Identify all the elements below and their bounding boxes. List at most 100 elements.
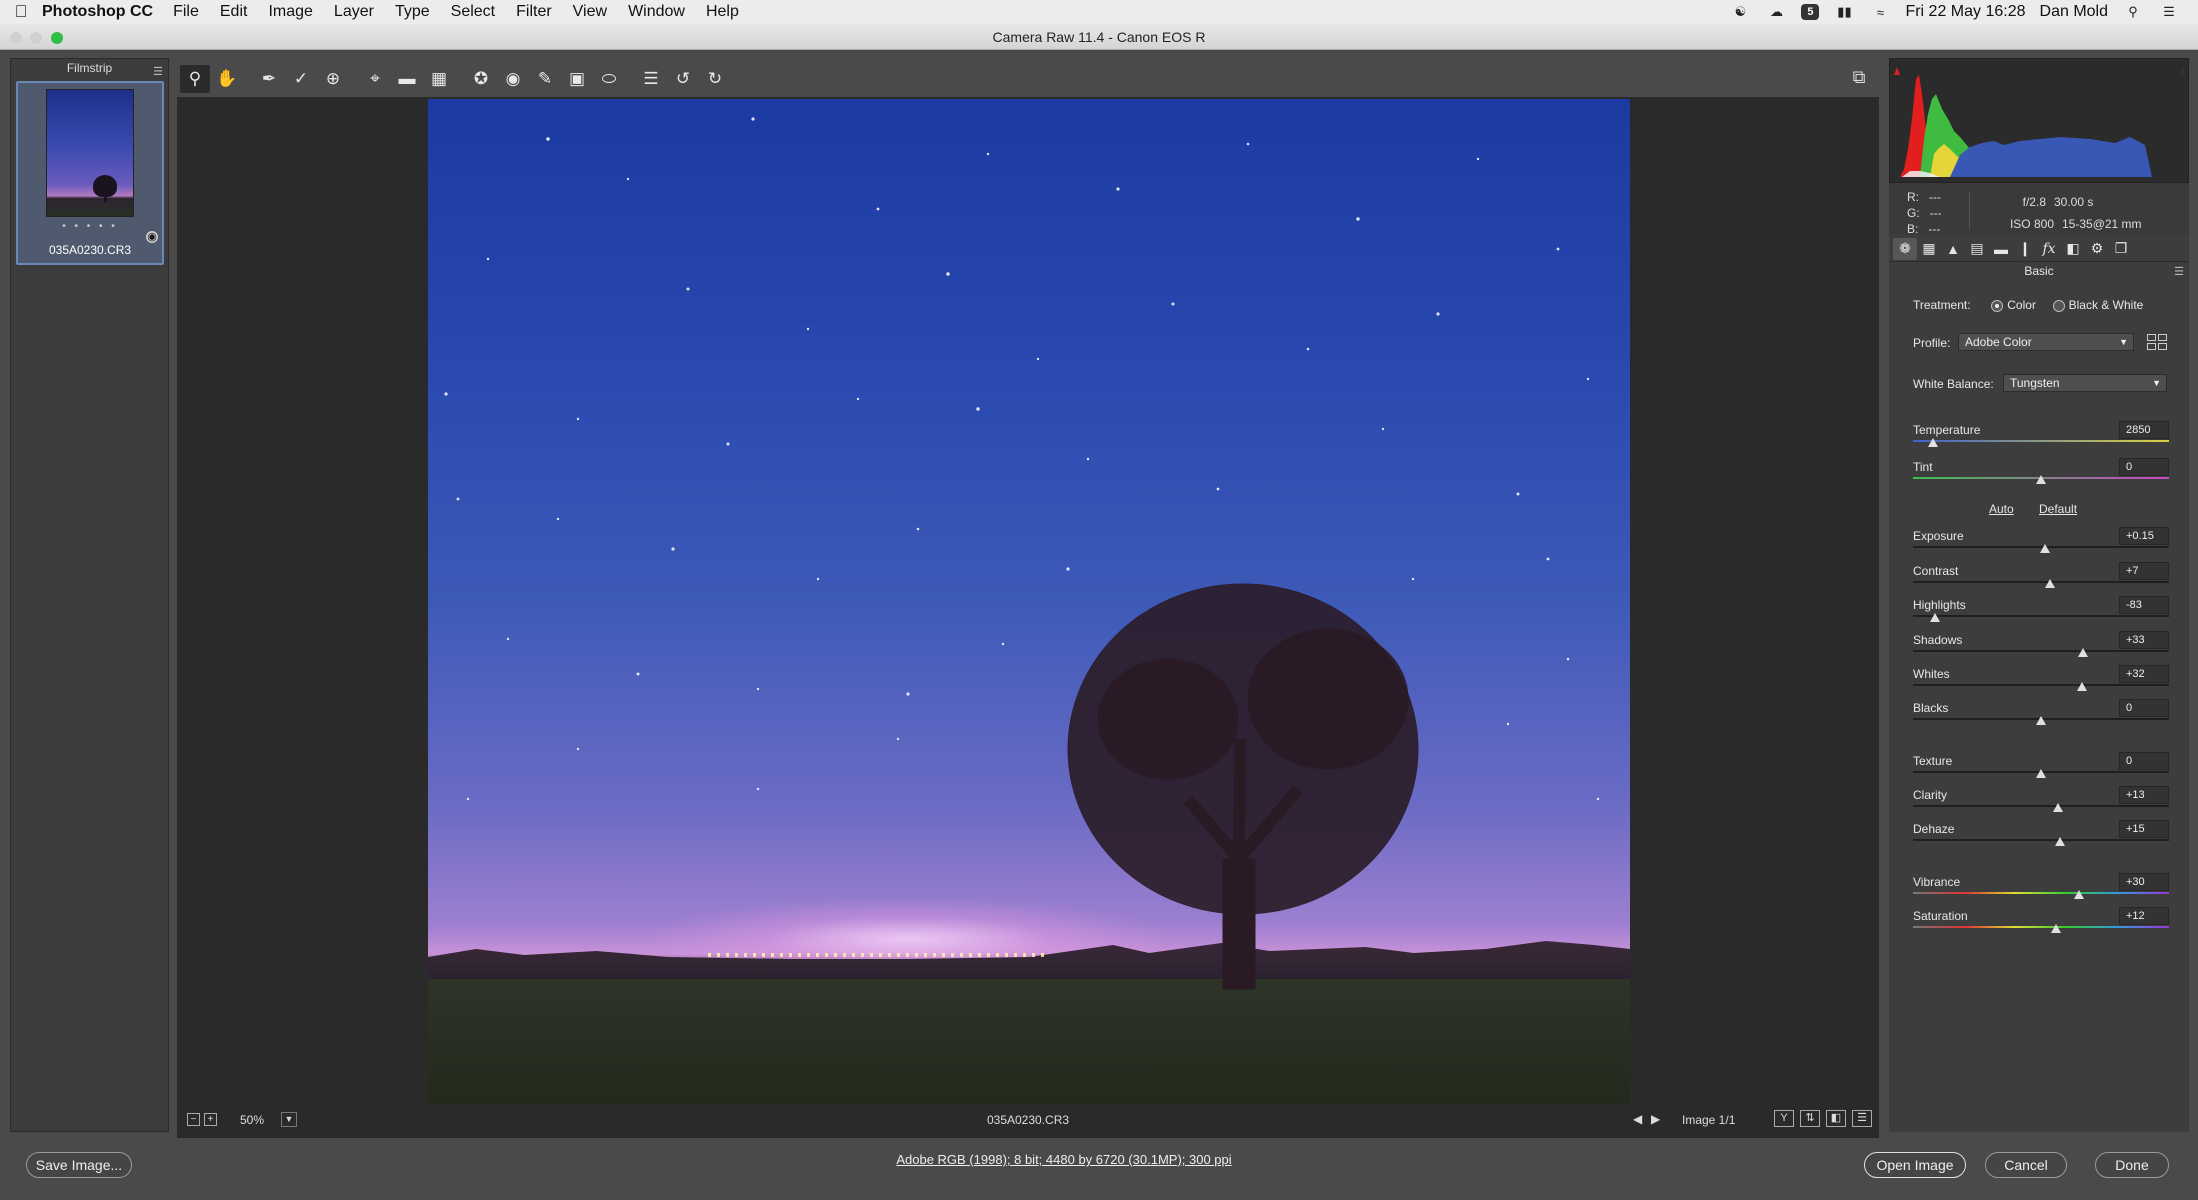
close-window-button[interactable] <box>10 32 22 44</box>
zoom-window-button[interactable] <box>51 32 63 44</box>
texture-slider[interactable]: Texture 0 <box>1913 752 2169 778</box>
dehaze-value-field[interactable]: +15 <box>2119 820 2169 838</box>
blacks-slider[interactable]: Blacks 0 <box>1913 699 2169 725</box>
contrast-track[interactable] <box>1913 581 2169 583</box>
dehaze-handle[interactable] <box>2055 837 2066 846</box>
clarity-track[interactable] <box>1913 805 2169 807</box>
auto-button[interactable]: Auto <box>1989 502 2014 516</box>
zoom-icon[interactable]: ⚲ <box>180 65 210 93</box>
effects-icon[interactable]: fx <box>2037 238 2061 260</box>
menu-select[interactable]: Select <box>451 3 495 21</box>
creative-cloud-icon[interactable]: ☁ <box>1765 4 1787 20</box>
exposure-slider[interactable]: Exposure +0.15 <box>1913 527 2169 553</box>
thumbnail-rating[interactable]: • • • • • <box>18 221 162 232</box>
menu-edit[interactable]: Edit <box>220 3 248 21</box>
clarity-slider[interactable]: Clarity +13 <box>1913 786 2169 812</box>
treatment-color-radio[interactable]: Color <box>1991 298 2036 312</box>
tint-handle[interactable] <box>2036 475 2046 484</box>
before-after-toggle-button[interactable]: Y <box>1774 1110 1794 1127</box>
default-button[interactable]: Default <box>2039 502 2077 516</box>
saturation-track[interactable] <box>1913 926 2169 928</box>
menu-help[interactable]: Help <box>706 3 739 21</box>
spotlight-search-icon[interactable]: ⚲ <box>2122 4 2144 20</box>
sync-icon[interactable]: ☯ <box>1729 4 1751 20</box>
next-image-icon[interactable]: ▶ <box>1651 1112 1660 1126</box>
vibrance-value-field[interactable]: +30 <box>2119 873 2169 891</box>
temperature-value-field[interactable]: 2850 <box>2119 421 2169 439</box>
texture-value-field[interactable]: 0 <box>2119 752 2169 770</box>
menu-layer[interactable]: Layer <box>334 3 374 21</box>
straighten-icon[interactable]: ▬ <box>392 65 422 93</box>
crop-icon[interactable]: ⌖ <box>360 65 390 93</box>
filmstrip-menu-icon[interactable]: ☰ <box>153 63 163 81</box>
tone-curve-icon[interactable]: ▦ <box>1917 238 1941 260</box>
menu-type[interactable]: Type <box>395 3 430 21</box>
saturation-value-field[interactable]: +12 <box>2119 907 2169 925</box>
highlights-slider[interactable]: Highlights -83 <box>1913 596 2169 622</box>
notification-center-icon[interactable]: ☰ <box>2158 4 2180 20</box>
menu-window[interactable]: Window <box>628 3 685 21</box>
shadows-track[interactable] <box>1913 650 2169 652</box>
status-badge[interactable]: 5 <box>1801 4 1820 20</box>
blacks-value-field[interactable]: 0 <box>2119 699 2169 717</box>
radial-filter-icon[interactable]: ⬭ <box>594 65 624 93</box>
spot-removal-icon[interactable]: ✪ <box>466 65 496 93</box>
saturation-slider[interactable]: Saturation +12 <box>1913 907 2169 933</box>
previous-image-icon[interactable]: ◀ <box>1633 1112 1642 1126</box>
red-eye-icon[interactable]: ◉ <box>498 65 528 93</box>
battery-icon[interactable]: ▮▮ <box>1833 4 1855 20</box>
white-balance-select[interactable]: Tungsten ▼ <box>2003 374 2167 392</box>
calibration-icon[interactable]: ◧ <box>2061 238 2085 260</box>
done-button[interactable]: Done <box>2095 1152 2169 1178</box>
tint-value-field[interactable]: 0 <box>2119 458 2169 476</box>
image-preview-area[interactable] <box>177 97 1879 1150</box>
contrast-slider[interactable]: Contrast +7 <box>1913 562 2169 588</box>
temperature-track[interactable] <box>1913 440 2169 442</box>
menu-view[interactable]: View <box>573 3 607 21</box>
temperature-slider[interactable]: Temperature 2850 <box>1913 421 2169 447</box>
temperature-handle[interactable] <box>1928 438 1939 447</box>
color-sampler-icon[interactable]: ✓ <box>286 65 316 93</box>
snapshots-icon[interactable]: ❐ <box>2109 238 2133 260</box>
contrast-value-field[interactable]: +7 <box>2119 562 2169 580</box>
split-toning-icon[interactable]: ▬ <box>1989 238 2013 260</box>
hand-icon[interactable]: ✋ <box>212 65 242 93</box>
minimize-window-button[interactable] <box>30 32 42 44</box>
hsl-icon[interactable]: ▤ <box>1965 238 1989 260</box>
panel-menu-icon[interactable]: ☰ <box>2174 265 2184 278</box>
profile-browser-icon[interactable] <box>2147 334 2167 350</box>
whites-track[interactable] <box>1913 684 2169 686</box>
saturation-handle[interactable] <box>2051 924 2062 933</box>
adjustment-brush-icon[interactable]: ✎ <box>530 65 560 93</box>
profile-select[interactable]: Adobe Color ▼ <box>1958 333 2134 351</box>
detail-icon[interactable]: ▲ <box>1941 238 1965 260</box>
menu-image[interactable]: Image <box>268 3 312 21</box>
cancel-button[interactable]: Cancel <box>1985 1152 2067 1178</box>
menu-filter[interactable]: Filter <box>516 3 552 21</box>
rotate-right-icon[interactable]: ↻ <box>700 65 730 93</box>
lens-corrections-icon[interactable]: ❙ <box>2013 238 2037 260</box>
copy-settings-button[interactable]: ◧ <box>1826 1110 1846 1127</box>
texture-handle[interactable] <box>2036 769 2046 778</box>
vibrance-handle[interactable] <box>2074 890 2085 899</box>
menubar-user[interactable]: Dan Mold <box>2040 3 2108 21</box>
basic-tab-icon[interactable]: ❁ <box>1893 237 1917 260</box>
clarity-value-field[interactable]: +13 <box>2119 786 2169 804</box>
shadows-slider[interactable]: Shadows +33 <box>1913 631 2169 657</box>
rotate-left-icon[interactable]: ↺ <box>668 65 698 93</box>
targeted-adjustment-icon[interactable]: ⊕ <box>318 65 348 93</box>
menu-file[interactable]: File <box>173 3 199 21</box>
blacks-handle[interactable] <box>2036 716 2046 725</box>
apple-menu-icon[interactable]:  <box>0 2 42 22</box>
wifi-icon[interactable]: ≈ <box>1869 4 1891 20</box>
open-image-button[interactable]: Open Image <box>1864 1152 1966 1178</box>
graduated-filter-icon[interactable]: ▣ <box>562 65 592 93</box>
app-menu[interactable]: Photoshop CC <box>42 3 153 21</box>
exposure-handle[interactable] <box>2039 544 2050 553</box>
workflow-options-link[interactable]: Adobe RGB (1998); 8 bit; 4480 by 6720 (3… <box>0 1152 2128 1167</box>
exposure-value-field[interactable]: +0.15 <box>2119 527 2169 545</box>
highlights-handle[interactable] <box>1929 613 1940 622</box>
treatment-bw-radio[interactable]: Black & White <box>2052 298 2143 312</box>
shadows-value-field[interactable]: +33 <box>2119 631 2169 649</box>
vibrance-track[interactable] <box>1913 892 2169 894</box>
